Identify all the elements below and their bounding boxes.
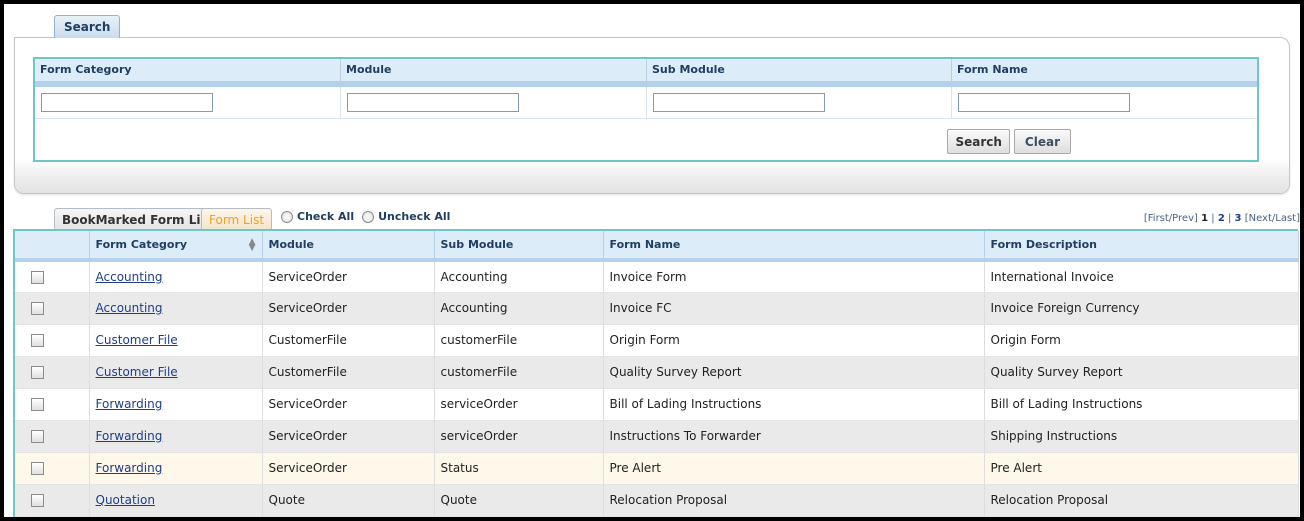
sort-icon[interactable]: ▲ ▼ [249, 238, 256, 253]
form-name-cell: Invoice Form [603, 260, 985, 293]
pager-page-2[interactable]: 2 [1218, 213, 1225, 224]
module-cell: CustomerFile [262, 324, 435, 357]
table-row: Forwarding ServiceOrder serviceOrder Bil… [15, 388, 1299, 421]
form-description-cell: Relocation Proposal [984, 484, 1299, 517]
table-row: Forwarding ServiceOrder Status Pre Alert… [15, 452, 1299, 485]
module-cell: ServiceOrder [262, 452, 435, 485]
form-description-cell: Bill of Lading Instructions [984, 388, 1299, 421]
search-actions: Search Clear [947, 129, 1071, 154]
table-row: Customer File CustomerFile customerFile … [15, 324, 1299, 357]
module-cell [341, 87, 647, 118]
form-category-link[interactable]: Forwarding [96, 429, 163, 443]
pager-page-3[interactable]: 3 [1235, 213, 1242, 224]
header-sub-module[interactable]: Sub Module [434, 231, 604, 262]
module-input[interactable] [347, 93, 519, 112]
row-checkbox[interactable] [31, 462, 44, 475]
form-description-cell: Origin Form [984, 324, 1299, 357]
check-controls: Check All Uncheck All [281, 210, 458, 223]
table-row: Forwarding ServiceOrder serviceOrder Ins… [15, 420, 1299, 453]
header-checkbox-column [15, 231, 90, 262]
app-frame: Search Form Category Module Sub Module F… [0, 0, 1304, 521]
search-header-module: Module [341, 59, 647, 81]
search-form: Form Category Module Sub Module Form Nam… [33, 57, 1259, 162]
table-row: Accounting ServiceOrder Accounting Invoi… [15, 292, 1299, 325]
form-category-link[interactable]: Customer File [96, 333, 178, 347]
pagination: [First/Prev] 1 | 2 | 3 [Next/Last] [1143, 213, 1300, 224]
sub-module-cell: Quote [434, 484, 604, 517]
form-category-cell [35, 87, 341, 118]
module-cell: ServiceOrder [262, 292, 435, 325]
check-all-radio[interactable] [281, 210, 293, 223]
form-description-cell: Invoice Foreign Currency [984, 292, 1299, 325]
header-form-description[interactable]: Form Description [984, 231, 1299, 262]
sub-module-cell [647, 87, 952, 118]
row-checkbox[interactable] [31, 270, 44, 284]
form-list-table: Form Category ▲ ▼ Module Sub Module Form … [15, 231, 1299, 517]
search-tab[interactable]: Search [54, 15, 121, 38]
clear-button[interactable]: Clear [1013, 129, 1071, 154]
search-header-sub-module: Sub Module [647, 59, 952, 81]
form-category-input[interactable] [41, 93, 213, 112]
form-name-cell: Quality Survey Report [603, 356, 985, 389]
header-form-category[interactable]: Form Category ▲ ▼ [89, 231, 263, 262]
table-row: Customer File CustomerFile customerFile … [15, 356, 1299, 389]
sub-module-cell: customerFile [434, 324, 604, 357]
form-description-cell: International Invoice [984, 260, 1299, 293]
module-cell: CustomerFile [262, 356, 435, 389]
row-checkbox[interactable] [31, 366, 44, 379]
search-header: Form Category Module Sub Module Form Nam… [35, 59, 1257, 87]
table-row: Accounting ServiceOrder Accounting Invoi… [15, 260, 1299, 293]
header-module[interactable]: Module [262, 231, 435, 262]
sub-module-input[interactable] [653, 93, 825, 112]
header-form-name[interactable]: Form Name [603, 231, 985, 262]
search-panel-footer [15, 159, 1289, 193]
pager-first-prev[interactable]: [First/Prev] [1144, 213, 1198, 224]
row-checkbox[interactable] [31, 302, 44, 315]
row-checkbox[interactable] [31, 398, 44, 411]
form-description-cell: Shipping Instructions [984, 420, 1299, 453]
row-checkbox[interactable] [31, 430, 44, 443]
form-name-cell: Instructions To Forwarder [603, 420, 985, 453]
module-cell: ServiceOrder [262, 388, 435, 421]
sub-module-cell: Accounting [434, 260, 604, 293]
form-name-cell: Invoice FC [603, 292, 985, 325]
check-all-label[interactable]: Check All [297, 210, 354, 223]
form-name-input[interactable] [958, 93, 1130, 112]
search-header-form-name: Form Name [957, 63, 1028, 76]
form-description-cell: Pre Alert [984, 452, 1299, 485]
search-panel: Form Category Module Sub Module Form Nam… [14, 37, 1290, 194]
sub-module-cell: serviceOrder [434, 420, 604, 453]
form-category-link[interactable]: Forwarding [96, 461, 163, 475]
form-description-cell: Quality Survey Report [984, 356, 1299, 389]
pager-next-last[interactable]: [Next/Last] [1245, 213, 1300, 224]
form-category-link[interactable]: Forwarding [96, 397, 163, 411]
form-category-link[interactable]: Accounting [96, 270, 163, 284]
module-cell: Quote [262, 484, 435, 517]
form-name-cell: Bill of Lading Instructions [603, 388, 985, 421]
table-row: Quotation Quote Quote Relocation Proposa… [15, 484, 1299, 517]
sub-module-cell: Status [434, 452, 604, 485]
sub-module-cell: serviceOrder [434, 388, 604, 421]
sub-module-cell: customerFile [434, 356, 604, 389]
form-name-cell [952, 87, 1257, 118]
search-button[interactable]: Search [947, 129, 1010, 154]
grid-header-row: Form Category ▲ ▼ Module Sub Module Form … [15, 231, 1299, 262]
row-checkbox[interactable] [31, 494, 44, 507]
sub-module-cell: Accounting [434, 292, 604, 325]
uncheck-all-radio[interactable] [362, 210, 375, 223]
search-header-form-category: Form Category [35, 59, 341, 81]
form-category-link[interactable]: Customer File [96, 365, 178, 379]
form-category-link[interactable]: Quotation [96, 493, 155, 507]
form-name-cell: Origin Form [603, 324, 985, 357]
row-checkbox[interactable] [31, 334, 44, 347]
module-cell: ServiceOrder [262, 420, 435, 453]
uncheck-all-label[interactable]: Uncheck All [378, 210, 450, 223]
form-category-link[interactable]: Accounting [96, 301, 163, 315]
form-list-grid: Form Category ▲ ▼ Module Sub Module Form … [13, 229, 1299, 517]
form-name-cell: Relocation Proposal [603, 484, 985, 517]
pager-current-page: 1 [1201, 213, 1209, 224]
module-cell: ServiceOrder [262, 260, 435, 293]
search-inputs-row [35, 87, 1257, 119]
form-name-cell: Pre Alert [603, 452, 985, 485]
